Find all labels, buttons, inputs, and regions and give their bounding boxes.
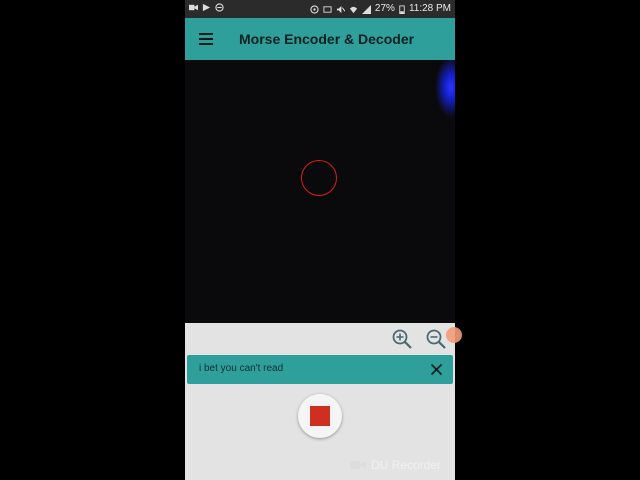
cast-icon [323, 5, 332, 13]
recorder-watermark: DU Recorder [350, 458, 441, 472]
app-bar: Morse Encoder & Decoder [185, 18, 455, 60]
focus-ring [301, 160, 337, 196]
dnd-icon [215, 3, 224, 12]
status-bar: 27% 11:28 PM [185, 0, 455, 18]
wifi-icon [349, 6, 358, 13]
floating-recorder-bubble[interactable] [446, 327, 462, 343]
stop-record-button[interactable] [298, 394, 342, 438]
decoded-text: i bet you can't read [199, 363, 284, 374]
mute-icon [336, 5, 345, 13]
menu-icon[interactable] [199, 33, 213, 45]
camera-icon [350, 461, 366, 469]
video-icon [189, 4, 198, 11]
battery-percent: 27% [374, 3, 395, 14]
close-icon[interactable] [430, 363, 443, 376]
signal-icon [361, 4, 371, 14]
phone-screen: 27% 11:28 PM Morse Encoder & Decoder i b… [185, 0, 455, 480]
recorder-label: DU Recorder [371, 458, 442, 472]
control-panel: i bet you can't read [185, 323, 455, 480]
zoom-out-icon[interactable] [425, 328, 447, 350]
decoded-text-bar: i bet you can't read [187, 355, 453, 384]
status-time: 11:28 PM [408, 3, 451, 14]
app-title: Morse Encoder & Decoder [239, 31, 415, 47]
camera-preview [185, 60, 455, 323]
play-store-icon [202, 3, 211, 12]
stop-icon [310, 406, 330, 426]
battery-icon [399, 4, 405, 14]
zoom-in-icon[interactable] [391, 328, 413, 350]
sync-icon [310, 4, 319, 14]
